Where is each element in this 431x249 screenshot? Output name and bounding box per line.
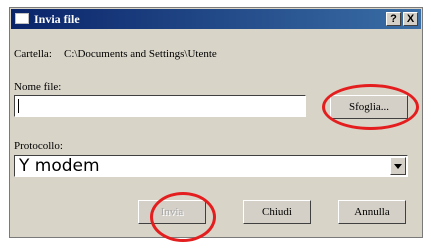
dropdown-arrow-icon[interactable] (390, 157, 406, 175)
close-window-button[interactable]: X (403, 12, 418, 26)
file-name-input[interactable] (14, 95, 306, 117)
title-bar[interactable]: Invia file ? X (11, 9, 421, 29)
close-button[interactable]: Chiudi (243, 200, 311, 224)
help-button[interactable]: ? (386, 12, 401, 26)
file-name-label: Nome file: (14, 81, 62, 93)
protocol-label: Protocollo: (14, 140, 63, 152)
annotation-circle-browse (322, 84, 419, 130)
cancel-button[interactable]: Annulla (338, 200, 406, 224)
window-icon (15, 13, 29, 24)
protocol-select[interactable]: Y modem (14, 155, 408, 177)
window-title: Invia file (34, 12, 80, 26)
protocol-selected-value: Y modem (19, 156, 100, 176)
text-caret (18, 99, 19, 113)
folder-path: C:\Documents and Settings\Utente (64, 48, 217, 60)
folder-label: Cartella: (14, 48, 52, 60)
annotation-circle-send (150, 192, 216, 242)
